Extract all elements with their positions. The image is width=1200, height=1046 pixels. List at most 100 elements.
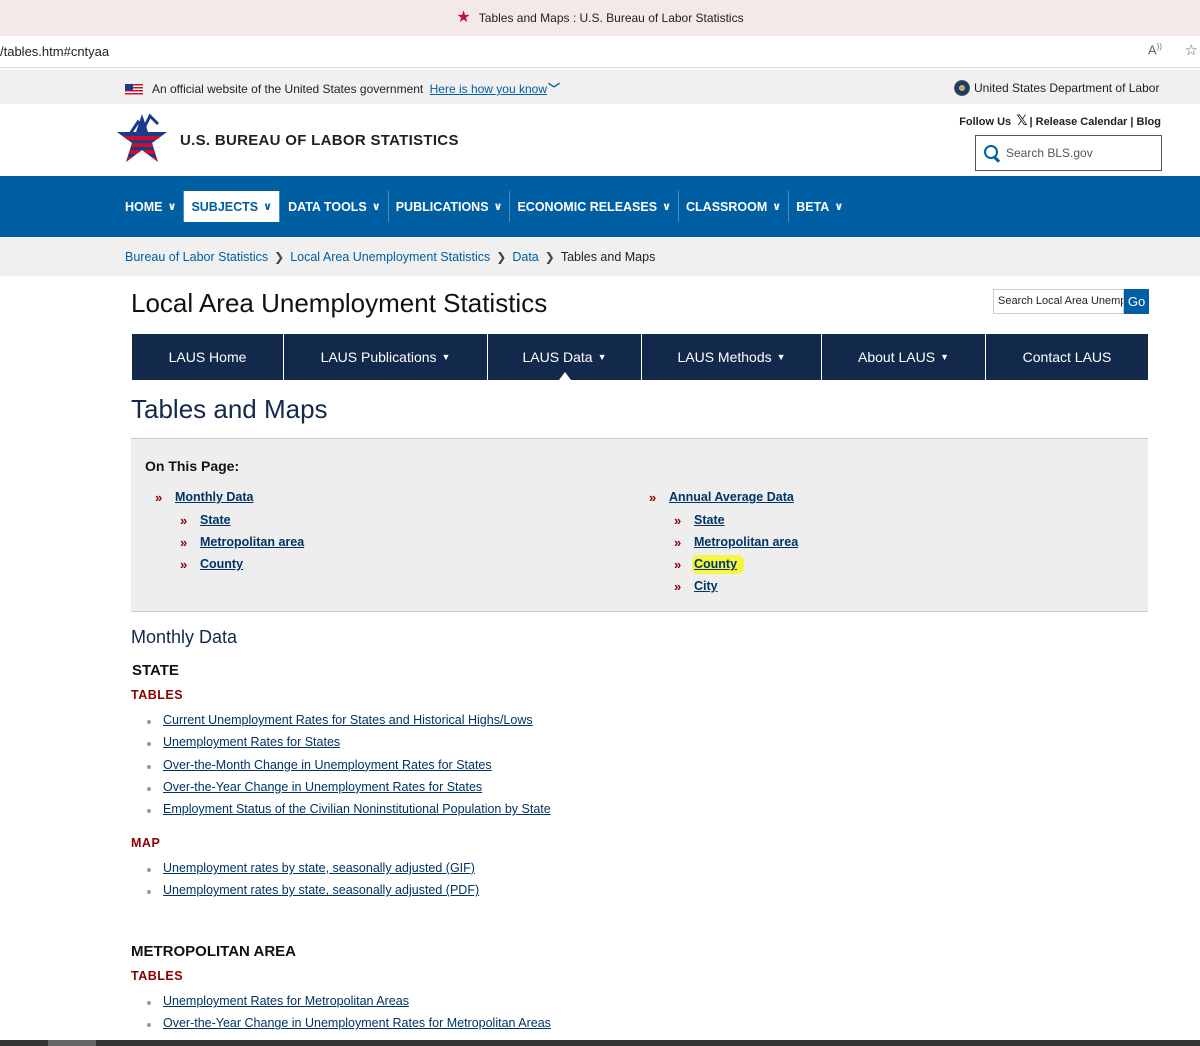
caret-down-icon: ▼ (597, 352, 607, 362)
double-chevron-icon: » (674, 579, 682, 594)
bls-logo-icon[interactable] (116, 110, 168, 168)
url-text[interactable]: /tables.htm#cntyaa (0, 44, 109, 59)
page-title: Local Area Unemployment Statistics (131, 288, 548, 318)
toc-annual-county-link[interactable]: County (694, 557, 737, 571)
list-item: » State (155, 513, 304, 535)
release-calendar-link[interactable]: Release Calendar (1036, 116, 1128, 128)
state-table-link[interactable]: Unemployment Rates for States (163, 735, 340, 749)
state-map-label: MAP (131, 836, 161, 850)
site-name[interactable]: U.S. BUREAU OF LABOR STATISTICS (180, 132, 459, 149)
breadcrumb-data[interactable]: Data (512, 250, 538, 264)
tab-title: Tables and Maps : U.S. Bureau of Labor S… (478, 11, 744, 25)
address-bar[interactable]: /tables.htm#cntyaa A)) ☆ (0, 36, 1200, 68)
chevron-right-icon: ❯ (496, 250, 507, 264)
list-item: » Monthly Data (155, 490, 304, 512)
bls-favicon-icon: ★ (456, 9, 471, 26)
laus-search-input[interactable]: Search Local Area Unemployment Statistic… (993, 289, 1124, 314)
gov-banner: An official website of the United States… (0, 70, 1200, 104)
double-chevron-icon: » (180, 535, 188, 550)
caret-down-icon: ▼ (776, 352, 786, 362)
highlighted-link: County (692, 555, 745, 574)
gov-banner-text: An official website of the United States… (152, 82, 547, 96)
x-twitter-icon[interactable]: 𝕏 (1016, 112, 1027, 128)
toc-annual-metro-link[interactable]: Metropolitan area (694, 535, 798, 549)
laus-nav-methods[interactable]: LAUS Methods ▼ (642, 334, 822, 380)
toc-annual-state-link[interactable]: State (694, 513, 725, 527)
double-chevron-icon: » (180, 557, 188, 572)
toc-annual-city-link[interactable]: City (694, 579, 718, 593)
state-heading: STATE (132, 662, 179, 679)
list-item: » Metropolitan area (649, 535, 798, 557)
list-item: Over-the-Year Change in Unemployment Rat… (146, 780, 551, 802)
scrollbar-thumb[interactable] (48, 1040, 96, 1046)
nav-economic-releases[interactable]: ECONOMIC RELEASES ∨ (510, 191, 680, 222)
metro-table-link[interactable]: Over-the-Year Change in Unemployment Rat… (163, 1016, 551, 1030)
us-flag-icon (125, 84, 143, 95)
state-table-link[interactable]: Over-the-Year Change in Unemployment Rat… (163, 780, 482, 794)
list-item: » County (649, 555, 798, 579)
chevron-right-icon: ❯ (544, 250, 555, 264)
browser-tab[interactable]: ★ Tables and Maps : U.S. Bureau of Labor… (0, 0, 1200, 36)
chevron-down-icon: ∨ (834, 201, 844, 213)
list-item: Over-the-Month Change in Unemployment Ra… (146, 758, 551, 780)
state-table-link[interactable]: Current Unemployment Rates for States an… (163, 713, 533, 727)
chevron-down-icon: ∨ (371, 201, 381, 213)
nav-subjects[interactable]: SUBJECTS ∨ (184, 191, 281, 222)
dol-seal-icon[interactable] (954, 80, 970, 96)
chevron-right-icon: ❯ (274, 250, 285, 264)
dol-link[interactable]: United States Department of Labor (974, 81, 1159, 95)
site-search-input[interactable]: Search BLS.gov (975, 135, 1162, 171)
breadcrumb: Bureau of Labor Statistics ❯ Local Area … (0, 238, 1200, 276)
toc-monthly-county-link[interactable]: County (200, 557, 243, 571)
chevron-down-icon: ∨ (263, 201, 273, 213)
nav-home[interactable]: HOME ∨ (118, 191, 185, 222)
nav-classroom[interactable]: CLASSROOM ∨ (679, 191, 790, 222)
breadcrumb-bls[interactable]: Bureau of Labor Statistics (125, 250, 268, 264)
blog-link[interactable]: Blog (1137, 116, 1161, 128)
chevron-down-icon[interactable]: ﹀ (548, 80, 560, 97)
list-item: Over-the-Year Change in Unemployment Rat… (146, 1016, 551, 1038)
on-this-page-heading: On This Page: (145, 458, 240, 474)
state-table-link[interactable]: Over-the-Month Change in Unemployment Ra… (163, 758, 492, 772)
state-table-link[interactable]: Employment Status of the Civilian Nonins… (163, 802, 551, 816)
double-chevron-icon: » (674, 513, 682, 528)
nav-data-tools[interactable]: DATA TOOLS ∨ (281, 191, 389, 222)
list-item: » County (155, 557, 304, 579)
go-button[interactable]: Go (1124, 289, 1149, 314)
state-tables-list: Current Unemployment Rates for States an… (146, 713, 551, 824)
state-map-link[interactable]: Unemployment rates by state, seasonally … (163, 861, 475, 875)
toc-monthly-metro-link[interactable]: Metropolitan area (200, 535, 304, 549)
nav-beta[interactable]: BETA ∨ (789, 191, 850, 222)
list-item: Unemployment Rates for States (146, 735, 551, 757)
breadcrumb-laus[interactable]: Local Area Unemployment Statistics (290, 250, 490, 264)
monthly-data-heading: Monthly Data (131, 627, 238, 647)
laus-nav-contact[interactable]: Contact LAUS (986, 334, 1148, 380)
list-item: Unemployment rates by state, seasonally … (146, 861, 479, 883)
state-maps-list: Unemployment rates by state, seasonally … (146, 861, 479, 906)
follow-us-label: Follow Us (959, 116, 1012, 128)
laus-nav-data[interactable]: LAUS Data ▼ (488, 334, 642, 380)
nav-publications[interactable]: PUBLICATIONS ∨ (389, 191, 511, 222)
horizontal-scrollbar[interactable] (0, 1040, 1200, 1046)
laus-nav-home[interactable]: LAUS Home (132, 334, 284, 380)
double-chevron-icon: » (674, 535, 682, 550)
chevron-down-icon: ∨ (493, 201, 503, 213)
toc-monthly-state-link[interactable]: State (200, 513, 231, 527)
favorite-star-icon[interactable]: ☆ (1185, 41, 1198, 59)
toc-monthly-data-link[interactable]: Monthly Data (175, 490, 253, 504)
how-you-know-link[interactable]: Here is how you know (430, 82, 547, 96)
metro-table-link[interactable]: Unemployment Rates for Metropolitan Area… (163, 994, 409, 1008)
site-search-placeholder: Search BLS.gov (1006, 146, 1093, 160)
state-map-link[interactable]: Unemployment rates by state, seasonally … (163, 883, 479, 897)
laus-nav-about[interactable]: About LAUS ▼ (822, 334, 986, 380)
laus-nav-publications[interactable]: LAUS Publications ▼ (284, 334, 488, 380)
list-item: » Metropolitan area (155, 535, 304, 557)
toc-annual-data-link[interactable]: Annual Average Data (669, 490, 794, 504)
double-chevron-icon: » (674, 557, 682, 572)
double-chevron-icon: » (155, 490, 163, 505)
chevron-down-icon: ∨ (167, 201, 177, 213)
state-tables-label: TABLES (131, 688, 184, 702)
list-item: Current Unemployment Rates for States an… (146, 713, 551, 735)
read-aloud-icon[interactable]: A)) (1148, 42, 1162, 57)
main-nav: HOME ∨ SUBJECTS ∨ DATA TOOLS ∨ PUBLICATIONS… (0, 176, 1200, 237)
